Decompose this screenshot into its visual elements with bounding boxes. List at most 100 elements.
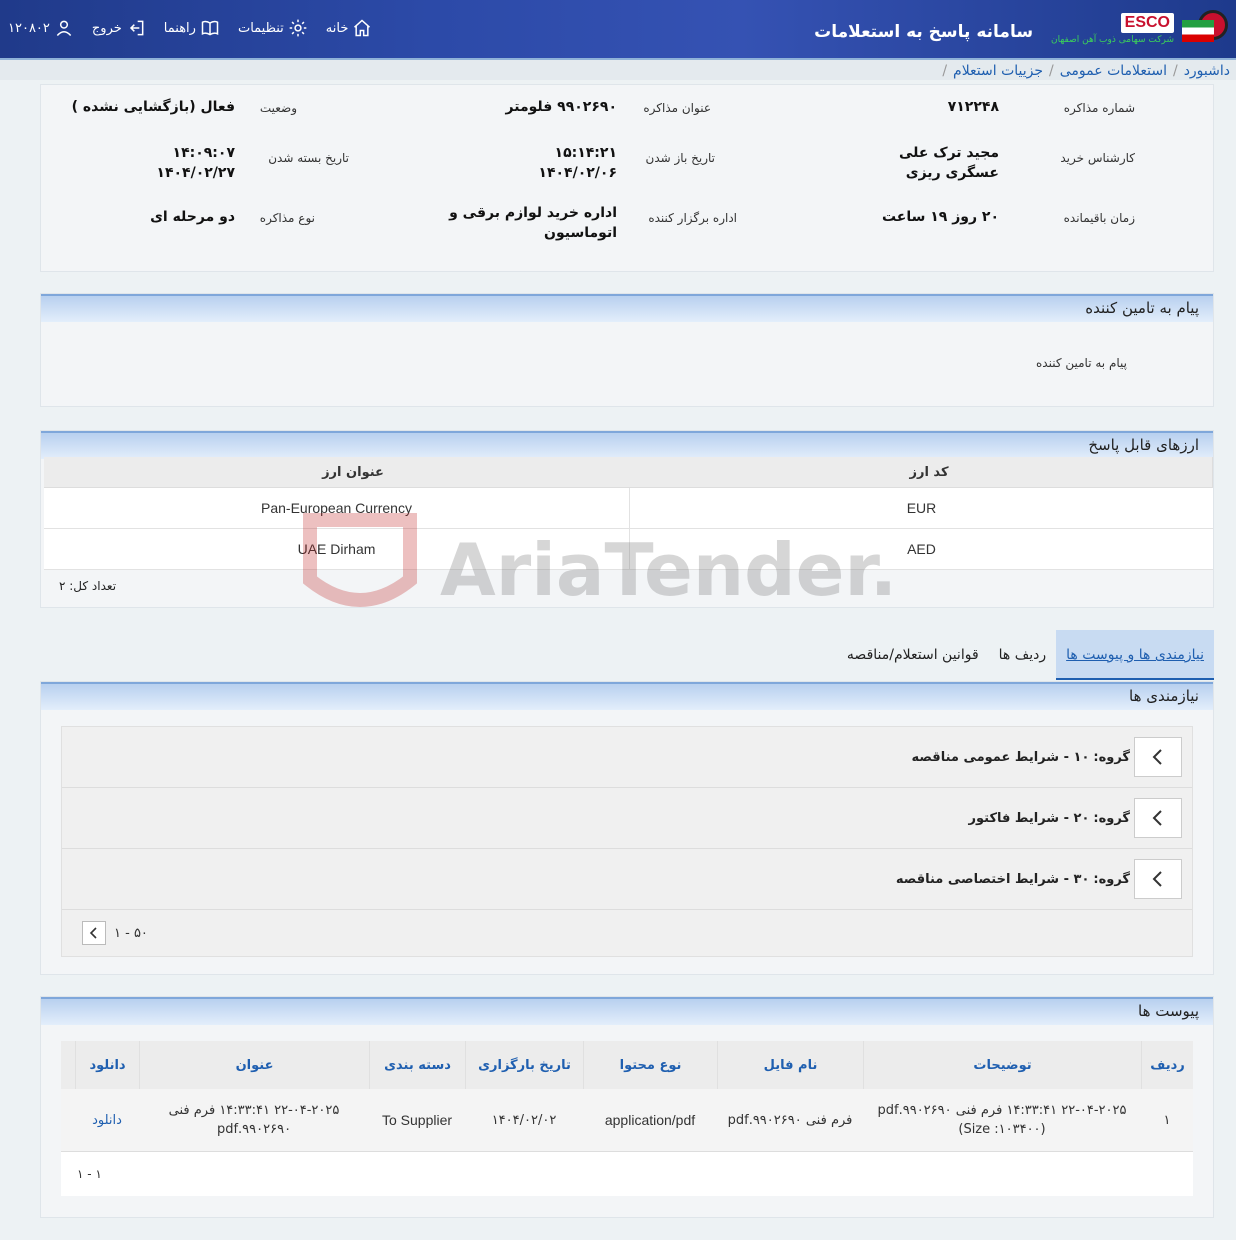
requirements-title: نیازمندی ها (41, 682, 1213, 710)
cell-category: To Supplier (381, 1111, 453, 1128)
app-title: سامانه پاسخ به استعلامات (814, 22, 1034, 42)
book-icon (201, 20, 219, 36)
pager-prev-button[interactable] (82, 921, 106, 945)
group-title: ۲۰ - شرایط فاکتور (968, 810, 1090, 826)
remaining-label: زمان باقیمانده (1063, 211, 1135, 225)
col-download[interactable]: دانلود (75, 1041, 139, 1089)
remaining-time: ۲۰ روز ۱۹ ساعت (881, 209, 999, 225)
company-logo (1182, 8, 1228, 50)
cell-title: ۲۲-۰۴-۲۰۲۵ ۱۴:۳۳:۴۱ فرم فنی ۹۹۰۲۶۹۰.pdf (168, 1103, 340, 1137)
supplier-message-panel: پیام به تامین کننده پیام به تامین کننده (40, 293, 1214, 407)
close-time: ۱۴:۰۹:۰۷ (172, 145, 235, 161)
col-filename[interactable]: نام فایل (717, 1041, 863, 1089)
breadcrumb-inquiry-details[interactable]: جزییات استعلام (953, 63, 1043, 79)
cell-filename: فرم فنی ۹۹۰۲۶۹۰.pdf (727, 1112, 853, 1128)
col-category[interactable]: دسته بندی (369, 1041, 465, 1089)
chevron-left-icon (1152, 810, 1162, 826)
logout-link[interactable]: خروج (92, 18, 146, 38)
top-nav: خانه تنظیمات راهنما خروج ۱۲۰۸۰۲ (8, 18, 372, 38)
attachments-pager: ۱ - ۱ (77, 1167, 102, 1181)
close-date-label: تاریخ بسته شدن (268, 151, 349, 165)
group-title: ۳۰ - شرایط اختصاصی مناقصه (895, 871, 1090, 887)
expert-name: مجید ترک علی عسگری ریزی (898, 145, 999, 181)
table-row: UAE Dirham AED (44, 529, 1213, 570)
download-link[interactable]: دانلود (75, 1089, 139, 1151)
group-title: ۱۰ - شرایط عمومی مناقصه (911, 749, 1090, 765)
requirement-groups: گروه: ۱۰ - شرایط عمومی مناقصه گروه: ۲۰ -… (61, 726, 1193, 957)
col-currency-code[interactable]: کد ارز (646, 457, 1213, 487)
currency-code-cell: EUR (629, 488, 1213, 528)
col-content-type[interactable]: نوع محتوا (583, 1041, 717, 1089)
currency-code-cell: AED (629, 529, 1213, 569)
negotiation-title-label: عنوان مذاکره (643, 101, 711, 115)
open-date: ۱۴۰۴/۰۲/۰۶ (538, 165, 617, 181)
list-item[interactable]: گروه: ۱۰ - شرایط عمومی مناقصه (62, 727, 1192, 788)
open-date-label: تاریخ باز شدن (645, 151, 715, 165)
table-row: ۱ ۲۲-۰۴-۲۰۲۵ ۱۴:۳۳:۴۱ فرم فنی ۹۹۰۲۶۹۰.pd… (61, 1089, 1193, 1152)
tab-rules[interactable]: قوانین استعلام/مناقصه (837, 630, 989, 680)
guide-link[interactable]: راهنما (164, 18, 220, 38)
attachments-panel: پیوست ها ردیف توضیحات نام فایل نوع محتوا… (40, 996, 1214, 1218)
chevron-left-icon (89, 927, 97, 939)
organizer: اداره خرید لوازم برقی و اتوماسیون (449, 205, 617, 241)
iran-flag-icon (1182, 20, 1214, 42)
detail-tabs: نیازمندی ها و پیوست ها ردیف ها قوانین اس… (837, 630, 1214, 680)
list-item[interactable]: گروه: ۳۰ - شرایط اختصاصی مناقصه (62, 849, 1192, 910)
close-date: ۱۴۰۴/۰۲/۲۷ (156, 165, 235, 181)
breadcrumb-dashboard[interactable]: داشبورد (1184, 63, 1230, 79)
user-icon (56, 20, 72, 37)
negotiation-type: دو مرحله ای (150, 209, 235, 225)
company-name: شرکت سهامی ذوب آهن اصفهان (1051, 35, 1174, 45)
negotiation-number-label: شماره مذاکره (1063, 101, 1135, 115)
supplier-message-label: پیام به تامین کننده (1036, 356, 1127, 370)
attachments-title: پیوست ها (41, 997, 1213, 1025)
expert-label: کارشناس خرید (1060, 151, 1135, 165)
home-link[interactable]: خانه (326, 18, 373, 38)
col-title[interactable]: عنوان (139, 1041, 369, 1089)
cell-upload-date: ۱۴۰۴/۰۲/۰۲ (491, 1112, 557, 1128)
breadcrumb-public-inquiries[interactable]: استعلامات عمومی (1060, 63, 1167, 79)
cell-description: ۲۲-۰۴-۲۰۲۵ ۱۴:۳۳:۴۱ فرم فنی ۹۹۰۲۶۹۰.pdf … (877, 1103, 1127, 1137)
col-currency-title[interactable]: عنوان ارز (60, 457, 646, 487)
pager-range: ۱ - ۵۰ (114, 925, 148, 941)
top-header: ESCO شرکت سهامی ذوب آهن اصفهان سامانه پا… (0, 0, 1236, 60)
chevron-left-icon (1152, 749, 1162, 765)
organizer-label: اداره برگزار کننده (648, 211, 737, 225)
currency-total: تعداد کل: ۲ (59, 579, 117, 593)
currency-title-cell: Pan-European Currency (261, 500, 412, 516)
gear-icon (289, 19, 307, 37)
user-menu[interactable]: ۱۲۰۸۰۲ (8, 18, 74, 38)
supplier-message-title: پیام به تامین کننده (41, 294, 1213, 322)
logout-icon (129, 20, 144, 36)
negotiation-title: ۹۹۰۲۶۹۰ فلومتر (505, 99, 617, 115)
requirements-pager: ۱ - ۵۰ (62, 910, 1192, 956)
col-description[interactable]: توضیحات (863, 1041, 1141, 1089)
col-upload-date[interactable]: تاریخ بارگزاری (465, 1041, 583, 1089)
open-time: ۱۵:۱۴:۲۱ (554, 145, 617, 161)
attachments-table: ردیف توضیحات نام فایل نوع محتوا تاریخ با… (61, 1041, 1193, 1196)
home-icon (354, 19, 371, 37)
currency-title-cell: UAE Dirham (297, 541, 376, 557)
cell-content-type: application/pdf (604, 1111, 696, 1128)
breadcrumb: داشبورد / استعلامات عمومی / جزییات استعل… (942, 63, 1230, 79)
status-label: وضعیت (259, 101, 297, 115)
esco-logo: ESCO (1120, 13, 1174, 33)
cell-row: ۱ (1163, 1112, 1171, 1128)
inquiry-details-panel: شماره مذاکره ۷۱۲۲۴۸ کارشناس خرید مجید تر… (40, 84, 1214, 272)
status-value: فعال (بازگشایی نشده ) (71, 99, 235, 115)
negotiation-number: ۷۱۲۲۴۸ (947, 99, 999, 115)
type-label: نوع مذاکره (259, 211, 315, 225)
currencies-title: ارزهای قابل پاسخ (41, 431, 1213, 459)
tab-rows[interactable]: ردیف ها (989, 630, 1056, 680)
col-row[interactable]: ردیف (1141, 1041, 1193, 1089)
currencies-panel: ارزهای قابل پاسخ عنوان ارز کد ارز Pan-Eu… (40, 430, 1214, 608)
requirements-panel: نیازمندی ها گروه: ۱۰ - شرایط عمومی مناقص… (40, 681, 1214, 975)
brand: ESCO شرکت سهامی ذوب آهن اصفهان سامانه پا… (814, 8, 1228, 50)
expand-group-button[interactable] (1134, 737, 1182, 777)
expand-group-button[interactable] (1134, 859, 1182, 899)
user-id: ۱۲۰۸۰۲ (8, 20, 50, 36)
expand-group-button[interactable] (1134, 798, 1182, 838)
list-item[interactable]: گروه: ۲۰ - شرایط فاکتور (62, 788, 1192, 849)
tab-requirements-attachments[interactable]: نیازمندی ها و پیوست ها (1056, 630, 1214, 680)
settings-link[interactable]: تنظیمات (238, 18, 308, 38)
